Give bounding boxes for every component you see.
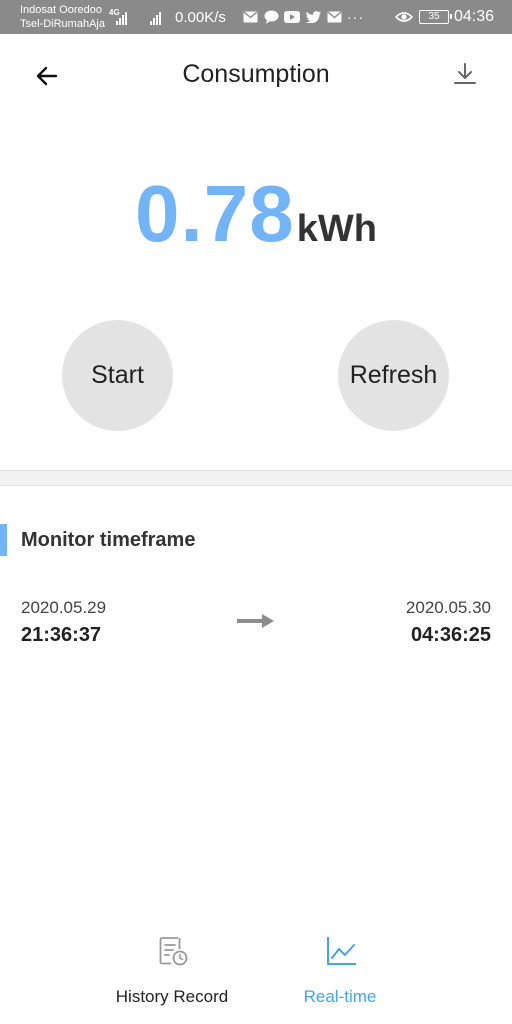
carrier-names: Indosat Ooredoo Tsel-DiRumahAja	[20, 3, 105, 31]
network-speed: 0.00K/s	[175, 9, 226, 26]
consumption-readout: 0.78kWh	[0, 168, 512, 260]
end-time: 04:36:25	[410, 624, 491, 646]
video-icon	[284, 10, 300, 24]
tab-label: Real-time	[303, 987, 377, 1006]
mail-icon	[242, 10, 258, 24]
history-record-icon	[159, 937, 188, 966]
tab-real-time[interactable]: Real-time	[260, 920, 420, 1024]
start-button[interactable]: Start	[62, 320, 173, 431]
mail-icon	[326, 10, 342, 24]
tab-label: History Record	[115, 987, 229, 1006]
eye-comfort-icon	[394, 10, 414, 29]
more-notifications-icon: ···	[347, 9, 364, 25]
bird-icon	[305, 10, 321, 24]
carrier-2: Tsel-DiRumahAja	[20, 18, 105, 30]
app-header: Consumption	[0, 34, 512, 118]
section-divider	[0, 470, 512, 486]
section-title: Monitor timeframe	[21, 529, 196, 551]
page-title: Consumption	[182, 60, 330, 88]
tab-history-record[interactable]: History Record	[92, 920, 252, 1024]
clock: 04:36	[454, 8, 495, 25]
refresh-button[interactable]: Refresh	[338, 320, 449, 431]
start-time: 21:36:37	[21, 624, 102, 646]
section-accent-bar	[0, 524, 7, 556]
battery-icon: 35	[419, 10, 452, 24]
realtime-chart-icon	[327, 937, 356, 965]
consumption-value: 0.78	[135, 169, 295, 258]
signal-icon	[150, 11, 161, 25]
carrier-1: Indosat Ooredoo	[20, 4, 102, 16]
download-button[interactable]	[450, 58, 480, 88]
status-bar: Indosat Ooredoo Tsel-DiRumahAja 4G 0.00K…	[0, 0, 512, 34]
notification-icons: ···	[242, 9, 364, 25]
chat-icon	[263, 10, 279, 24]
download-icon	[454, 63, 476, 84]
end-date: 2020.05.30	[405, 598, 491, 617]
signal-icon	[116, 11, 127, 25]
consumption-unit: kWh	[296, 208, 377, 250]
bottom-nav: History Record Real-time	[0, 920, 512, 1024]
arrow-right-icon	[237, 614, 274, 628]
start-date: 2020.05.29	[21, 598, 107, 617]
